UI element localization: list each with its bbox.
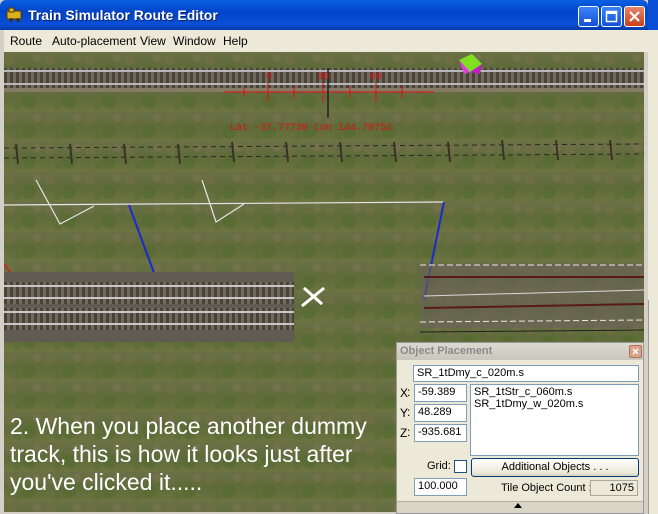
list-item[interactable]: SR_1tDmy_w_020m.s [474,398,635,410]
ruler-label-0: 0 [266,72,272,83]
menu-route[interactable]: Route [10,34,42,48]
tile-object-count-label: Tile Object Count : [501,482,592,494]
ruler-label-30: 30 [317,72,329,83]
x-coordinate-field[interactable]: -59.389 [414,384,467,402]
menu-help[interactable]: Help [223,34,248,48]
menu-view[interactable]: View [140,34,166,48]
window-title: Train Simulator Route Editor [28,7,218,23]
ruler-label-60: 60 [370,72,382,83]
menu-auto-placement[interactable]: Auto-placement [52,34,136,48]
panel-close-button[interactable] [629,345,642,358]
grid-label: Grid: [427,460,451,472]
maximize-icon [605,10,618,23]
object-list[interactable]: SR_1tStr_c_060m.s SR_1tDmy_w_020m.s [470,384,639,456]
close-icon [629,11,640,22]
grid-checkbox[interactable] [454,460,467,473]
object-placement-title: Object Placement [400,345,493,357]
z-coordinate-field[interactable]: -935.681 [414,424,467,442]
close-icon [632,348,639,355]
y-coordinate-field[interactable]: 48.289 [414,404,467,422]
adjacent-panel [648,300,658,514]
additional-objects-button[interactable]: Additional Objects . . . [471,458,639,477]
maximize-button[interactable] [601,6,622,27]
grid-size-field[interactable]: 100.000 [414,478,467,496]
tutorial-caption: 2. When you place another dummy track, t… [10,413,367,495]
lat-lon-readout: Lat -37.77739 Lon 144.79752 [230,123,392,134]
menu-window[interactable]: Window [173,34,216,48]
tile-object-count: 1075 [590,480,638,496]
selected-object-name: SR_1tDmy_c_020m.s [413,365,639,382]
expand-up-icon [514,503,522,508]
list-item[interactable]: SR_1tStr_c_060m.s [474,386,635,398]
minimize-icon [584,19,591,22]
train-app-icon [6,7,24,23]
close-button[interactable] [624,6,645,27]
adjacent-window-titlebar [648,0,658,30]
minimize-button[interactable] [578,6,599,27]
